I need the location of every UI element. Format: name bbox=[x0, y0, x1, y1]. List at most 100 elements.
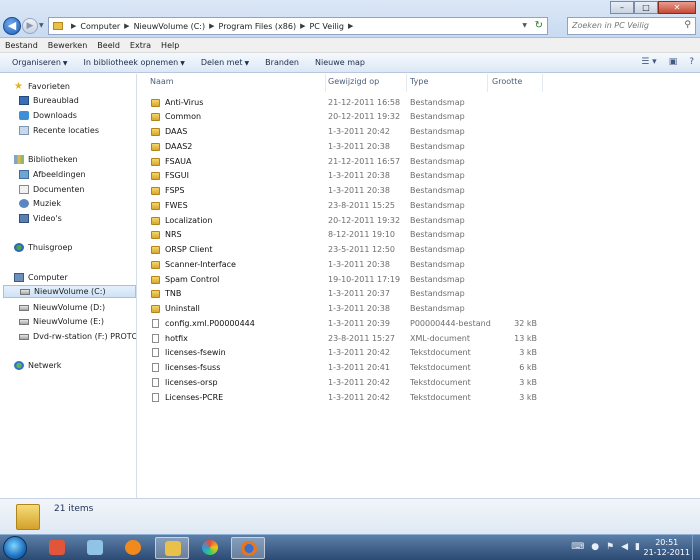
file-date: 19-10-2011 17:19 bbox=[328, 274, 401, 284]
file-row[interactable]: Licenses-PCRE 1-3-2011 20:42 Tekstdocument… bbox=[138, 391, 700, 406]
command-bar: Organiseren ▼ In bibliotheek opnemen ▼ Del… bbox=[0, 53, 700, 73]
start-button[interactable] bbox=[3, 536, 27, 560]
folder-row[interactable]: ORSP Client 23-5-2011 12:50 Bestandsmap bbox=[138, 243, 700, 258]
nav-downloads[interactable]: Downloads bbox=[19, 109, 77, 122]
breadcrumb-program-files[interactable]: Program Files (x86) bbox=[219, 22, 297, 31]
nav-drive-d[interactable]: NieuwVolume (D:) bbox=[19, 301, 105, 314]
chevron-right-icon[interactable]: ▶ bbox=[209, 22, 214, 30]
show-desktop-button[interactable] bbox=[692, 535, 700, 560]
minimize-button[interactable]: – bbox=[610, 1, 634, 14]
help-icon[interactable]: ? bbox=[689, 57, 694, 67]
file-row[interactable]: licenses-fsewin 1-3-2011 20:42 Tekstdocume… bbox=[138, 346, 700, 361]
taskbar-app[interactable] bbox=[78, 537, 112, 559]
file-name: Localization bbox=[165, 215, 213, 225]
nav-drive-e[interactable]: NieuwVolume (E:) bbox=[19, 315, 104, 328]
file-row[interactable]: licenses-orsp 1-3-2011 20:42 Tekstdocument… bbox=[138, 376, 700, 391]
column-header-name[interactable]: Naam bbox=[150, 77, 174, 91]
nav-music[interactable]: Muziek bbox=[19, 197, 61, 210]
maximize-button[interactable]: □ bbox=[634, 1, 658, 14]
clock[interactable]: 20:51 21-12-2011 bbox=[644, 538, 691, 558]
nav-homegroup[interactable]: Thuisgroep bbox=[14, 241, 73, 254]
view-options-icon[interactable]: ☰ ▾ bbox=[641, 57, 656, 67]
burn-button[interactable]: Branden bbox=[257, 58, 307, 67]
include-in-library-button[interactable]: In bibliotheek opnemen ▼ bbox=[76, 58, 193, 67]
search-icon[interactable]: ⚲ bbox=[684, 20, 691, 30]
nav-network[interactable]: Netwerk bbox=[14, 359, 61, 372]
folder-row[interactable]: Localization 20-12-2011 19:32 Bestandsmap bbox=[138, 214, 700, 229]
column-header-date[interactable]: Gewijzigd op bbox=[328, 77, 379, 91]
menu-help[interactable]: Help bbox=[156, 41, 184, 50]
chevron-right-icon[interactable]: ▶ bbox=[300, 22, 305, 30]
refresh-icon[interactable]: ↻ bbox=[535, 20, 543, 31]
back-button[interactable]: ◀ bbox=[3, 17, 21, 35]
taskbar-firefox[interactable] bbox=[231, 537, 265, 559]
breadcrumb-computer[interactable]: Computer bbox=[80, 22, 120, 31]
window-controls: – □ ✕ bbox=[610, 1, 696, 14]
forward-button[interactable]: ▶ bbox=[22, 18, 38, 34]
folder-row[interactable]: NRS 8-12-2011 19:10 Bestandsmap bbox=[138, 228, 700, 243]
folder-row[interactable]: FWES 23-8-2011 15:25 Bestandsmap bbox=[138, 199, 700, 214]
chevron-right-icon[interactable]: ▶ bbox=[348, 22, 353, 30]
folder-row[interactable]: Scanner-Interface 1-3-2011 20:38 Bestandsm… bbox=[138, 258, 700, 273]
address-bar[interactable]: ▶ Computer ▶ NieuwVolume (C:) ▶ Program … bbox=[48, 17, 548, 35]
chevron-down-icon[interactable]: ▼ bbox=[522, 22, 527, 29]
recent-pages-dropdown[interactable]: ▼ bbox=[39, 22, 44, 29]
nav-libraries[interactable]: Bibliotheken bbox=[14, 153, 78, 166]
folder-row[interactable]: FSGUI 1-3-2011 20:38 Bestandsmap bbox=[138, 169, 700, 184]
taskbar-photos[interactable] bbox=[193, 537, 227, 559]
column-divider[interactable] bbox=[406, 74, 407, 92]
folder-row[interactable]: Spam Control 19-10-2011 17:19 Bestandsmap bbox=[138, 273, 700, 288]
taskbar-mail[interactable] bbox=[40, 537, 74, 559]
column-divider[interactable] bbox=[542, 74, 543, 92]
chevron-right-icon[interactable]: ▶ bbox=[124, 22, 129, 30]
document-icon bbox=[152, 363, 159, 372]
organize-button[interactable]: Organiseren ▼ bbox=[4, 58, 76, 67]
breadcrumb-pc-veilig[interactable]: PC Veilig bbox=[309, 22, 343, 31]
folder-row[interactable]: DAAS2 1-3-2011 20:38 Bestandsmap bbox=[138, 140, 700, 155]
new-folder-button[interactable]: Nieuwe map bbox=[307, 58, 373, 67]
file-name: FSAUA bbox=[165, 156, 192, 166]
nav-recent-places[interactable]: Recente locaties bbox=[19, 124, 99, 137]
nav-pictures[interactable]: Afbeeldingen bbox=[19, 168, 86, 181]
taskbar-media[interactable] bbox=[116, 537, 150, 559]
chevron-right-icon[interactable]: ▶ bbox=[71, 22, 76, 30]
share-with-button[interactable]: Delen met ▼ bbox=[193, 58, 257, 67]
nav-documents[interactable]: Documenten bbox=[19, 183, 84, 196]
folder-row[interactable]: FSAUA 21-12-2011 16:57 Bestandsmap bbox=[138, 155, 700, 170]
close-button[interactable]: ✕ bbox=[658, 1, 696, 14]
folder-row[interactable]: Anti-Virus 21-12-2011 16:58 Bestandsmap bbox=[138, 96, 700, 111]
preview-pane-icon[interactable]: ▣ bbox=[669, 57, 678, 67]
nav-desktop[interactable]: Bureaublad bbox=[19, 94, 79, 107]
security-icon[interactable]: ● bbox=[591, 542, 599, 552]
search-input[interactable]: Zoeken in PC Veilig ⚲ bbox=[567, 17, 696, 35]
file-type: Bestandsmap bbox=[410, 171, 465, 181]
folder-row[interactable]: DAAS 1-3-2011 20:42 Bestandsmap bbox=[138, 125, 700, 140]
column-header-type[interactable]: Type bbox=[410, 77, 428, 91]
nav-drive-c[interactable]: NieuwVolume (C:) bbox=[3, 285, 136, 298]
nav-videos[interactable]: Video's bbox=[19, 212, 62, 225]
file-row[interactable]: licenses-fsuss 1-3-2011 20:41 Tekstdocumen… bbox=[138, 361, 700, 376]
nav-drive-f[interactable]: Dvd-rw-station (F:) PROTOTY bbox=[19, 330, 136, 343]
menu-view[interactable]: Beeld bbox=[92, 41, 125, 50]
folder-row[interactable]: Uninstall 1-3-2011 20:38 Bestandsmap bbox=[138, 302, 700, 317]
nav-computer[interactable]: Computer bbox=[14, 271, 68, 284]
file-row[interactable]: config.xml.P00000444 1-3-2011 20:39 P00000… bbox=[138, 317, 700, 332]
column-divider[interactable] bbox=[325, 74, 326, 92]
flag-icon[interactable]: ⚑ bbox=[606, 542, 614, 552]
folder-row[interactable]: FSPS 1-3-2011 20:38 Bestandsmap bbox=[138, 184, 700, 199]
folder-row[interactable]: TNB 1-3-2011 20:37 Bestandsmap bbox=[138, 287, 700, 302]
folder-row[interactable]: Common 20-12-2011 19:32 Bestandsmap bbox=[138, 110, 700, 125]
breadcrumb-drive[interactable]: NieuwVolume (C:) bbox=[134, 22, 206, 31]
column-header-size[interactable]: Grootte bbox=[492, 77, 522, 91]
menu-tools[interactable]: Extra bbox=[125, 41, 156, 50]
network-tray-icon[interactable]: ▮ bbox=[635, 542, 640, 552]
column-divider[interactable] bbox=[487, 74, 488, 92]
taskbar-explorer[interactable] bbox=[155, 537, 189, 559]
file-row[interactable]: hotfix 23-8-2011 15:27 XML-document 13 kB bbox=[138, 332, 700, 347]
menu-file[interactable]: Bestand bbox=[0, 41, 43, 50]
forward-arrow-icon: ▶ bbox=[26, 21, 34, 31]
nav-favorites[interactable]: ★ Favorieten bbox=[14, 80, 70, 93]
menu-edit[interactable]: Bewerken bbox=[43, 41, 93, 50]
volume-icon[interactable]: ◀ bbox=[621, 542, 628, 552]
language-icon[interactable]: ⌨ bbox=[571, 542, 584, 552]
